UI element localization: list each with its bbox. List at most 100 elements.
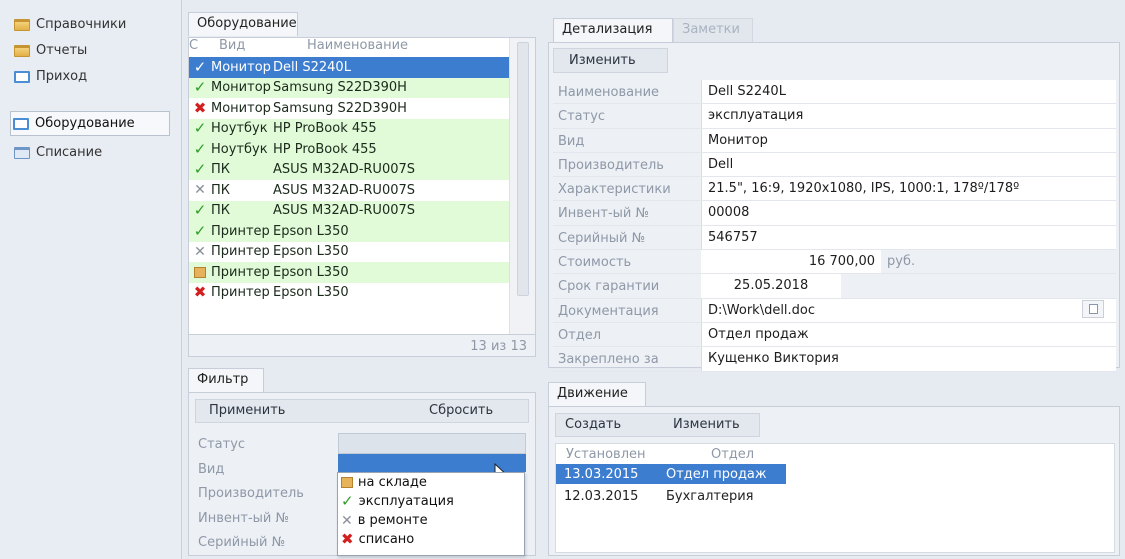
- create-movement-button[interactable]: Создать: [565, 417, 621, 432]
- status-cell: ✖: [189, 100, 211, 116]
- table-row[interactable]: ✓ Ноутбук HP ProBook 455: [189, 118, 535, 139]
- tab-filter[interactable]: Фильтр: [188, 368, 264, 392]
- currency-suffix: руб.: [887, 254, 916, 270]
- column-header-installed[interactable]: Установлен: [566, 447, 646, 462]
- sidebar-item-writeoff[interactable]: Списание: [12, 140, 172, 165]
- tab-details[interactable]: Детализация: [553, 18, 673, 42]
- department-cell: Бухгалтерия: [666, 488, 754, 504]
- detail-value[interactable]: эксплуатация: [701, 104, 1116, 128]
- detail-value[interactable]: 25.05.2018: [701, 274, 1116, 298]
- edit-movement-button[interactable]: Изменить: [673, 417, 740, 432]
- tab-label: Заметки: [682, 22, 740, 37]
- detail-value[interactable]: D:\Work\dell.doc: [701, 298, 1116, 322]
- name-cell: HP ProBook 455: [273, 141, 377, 157]
- name-cell: Epson L350: [273, 223, 349, 239]
- detail-row: Закреплено за Кущенко Виктория: [553, 347, 1116, 372]
- table-row[interactable]: ✓ ПК ASUS M32AD-RU007S: [189, 200, 535, 221]
- detail-value[interactable]: 00008: [701, 201, 1116, 225]
- table-row[interactable]: ✓ Монитор Dell S2240L: [189, 57, 535, 78]
- vertical-scrollbar[interactable]: [509, 38, 535, 334]
- checkmark-icon: ✓: [193, 201, 207, 220]
- scrollbar-thumb[interactable]: [517, 42, 529, 296]
- detail-value[interactable]: 21.5", 16:9, 1920x1080, IPS, 1000:1, 178…: [701, 177, 1116, 201]
- status-cell: ✕: [189, 183, 211, 197]
- sidebar-item-reports[interactable]: Отчеты: [12, 38, 172, 63]
- kind-cell: ПК: [211, 182, 231, 198]
- status-combo[interactable]: [338, 433, 526, 454]
- detail-value[interactable]: 546757: [701, 225, 1116, 250]
- detail-label: Закреплено за: [558, 352, 659, 368]
- detail-row: Отдел Отдел продаж: [553, 322, 1116, 348]
- column-header-kind[interactable]: Вид: [211, 38, 293, 57]
- detail-label: Документация: [558, 303, 659, 319]
- detail-label: Срок гарантии: [558, 279, 660, 295]
- table-row[interactable]: 13.03.2015 Отдел продаж: [556, 464, 786, 484]
- sidebar-item-references[interactable]: Справочники: [12, 12, 172, 37]
- sidebar-item-label: Оборудование: [35, 116, 135, 131]
- table-row[interactable]: ✖ Монитор Samsung S22D390H: [189, 98, 535, 119]
- name-cell: HP ProBook 455: [273, 121, 377, 137]
- table-row[interactable]: ✕ ПК ASUS M32AD-RU007S: [189, 180, 535, 201]
- reset-filter-button[interactable]: Сбросить: [429, 403, 493, 418]
- column-header-status[interactable]: С: [189, 38, 211, 57]
- folder-icon: [14, 18, 30, 31]
- column-header-department[interactable]: Отдел: [711, 447, 754, 462]
- checkmark-icon: ✓: [193, 119, 207, 138]
- detail-value[interactable]: Отдел продаж: [701, 322, 1116, 347]
- kind-cell: Монитор: [211, 100, 271, 116]
- name-cell: Epson L350: [273, 264, 349, 280]
- detail-value[interactable]: Dell S2240L: [701, 80, 1116, 104]
- name-cell: ASUS M32AD-RU007S: [273, 203, 416, 219]
- column-header-name[interactable]: Наименование: [293, 38, 408, 57]
- kind-cell: Принтер: [211, 244, 270, 260]
- detail-row: Серийный № 546757: [553, 225, 1116, 251]
- equipment-grid[interactable]: С Вид Наименование ✓ Монитор Dell S2240L ✓ М…: [188, 37, 536, 335]
- status-cell: ✓: [189, 59, 211, 75]
- grid-header: С Вид Наименование: [189, 38, 535, 57]
- grid-footer: 13 из 13: [188, 335, 536, 357]
- table-row[interactable]: Принтер Epson L350: [189, 262, 535, 283]
- filter-label-inventory: Инвент-ый №: [198, 511, 290, 526]
- cost-value[interactable]: 16 700,00: [701, 250, 881, 274]
- sidebar: Справочники Отчеты Приход Оборудование С…: [0, 0, 182, 559]
- table-row[interactable]: 12.03.2015 Бухгалтерия: [556, 486, 786, 506]
- detail-value[interactable]: Кущенко Виктория: [701, 347, 1116, 371]
- table-row[interactable]: ✓ Ноутбук HP ProBook 455: [189, 139, 535, 160]
- sidebar-item-label: Отчеты: [36, 43, 88, 58]
- kind-cell: Ноутбук: [211, 121, 268, 137]
- status-option-written-off[interactable]: ✖ списано: [338, 530, 524, 549]
- status-option-stock[interactable]: на складе: [338, 473, 524, 492]
- detail-row: Срок гарантии 25.05.2018: [553, 274, 1116, 299]
- kind-cell: Монитор: [211, 80, 271, 96]
- detail-row: Документация D:\Work\dell.doc: [553, 298, 1116, 323]
- detail-value[interactable]: Dell: [701, 152, 1116, 177]
- sidebar-item-equipment[interactable]: Оборудование: [10, 111, 170, 136]
- table-row[interactable]: ✖ Принтер Epson L350: [189, 282, 535, 303]
- kind-cell: Ноутбук: [211, 141, 268, 157]
- status-cell: [189, 266, 211, 278]
- tab-notes[interactable]: Заметки: [673, 18, 753, 42]
- table-row[interactable]: ✓ ПК ASUS M32AD-RU007S: [189, 159, 535, 180]
- date-cell: 12.03.2015: [564, 488, 639, 504]
- edit-details-button[interactable]: Изменить: [569, 53, 636, 68]
- status-option-operation[interactable]: ✓ эксплуатация: [338, 492, 524, 511]
- status-option-repair[interactable]: ✕ в ремонте: [338, 511, 524, 530]
- document-icon: [13, 117, 29, 130]
- status-dropdown-list[interactable]: на складе ✓ эксплуатация ✕ в ремонте ✖ с…: [337, 472, 525, 556]
- detail-value[interactable]: 16 700,00 руб.: [701, 250, 1116, 274]
- tab-equipment[interactable]: Оборудование: [188, 12, 298, 36]
- filter-label-serial: Серийный №: [198, 535, 286, 550]
- table-row[interactable]: ✕ Принтер Epson L350: [189, 241, 535, 262]
- browse-file-button[interactable]: [1082, 300, 1104, 318]
- table-row[interactable]: ✓ Принтер Epson L350: [189, 221, 535, 242]
- movement-grid[interactable]: Установлен Отдел 13.03.2015 Отдел продаж 1…: [555, 443, 1115, 553]
- tools-icon: ✕: [194, 243, 206, 260]
- table-row[interactable]: ✓ Монитор Samsung S22D390H: [189, 77, 535, 98]
- sidebar-item-income[interactable]: Приход: [12, 64, 172, 89]
- tab-movement[interactable]: Движение: [548, 382, 646, 406]
- warranty-date[interactable]: 25.05.2018: [701, 274, 841, 298]
- apply-filter-button[interactable]: Применить: [209, 403, 285, 418]
- department-cell: Отдел продаж: [666, 466, 767, 482]
- sidebar-item-label: Справочники: [36, 17, 127, 32]
- detail-value[interactable]: Монитор: [701, 128, 1116, 152]
